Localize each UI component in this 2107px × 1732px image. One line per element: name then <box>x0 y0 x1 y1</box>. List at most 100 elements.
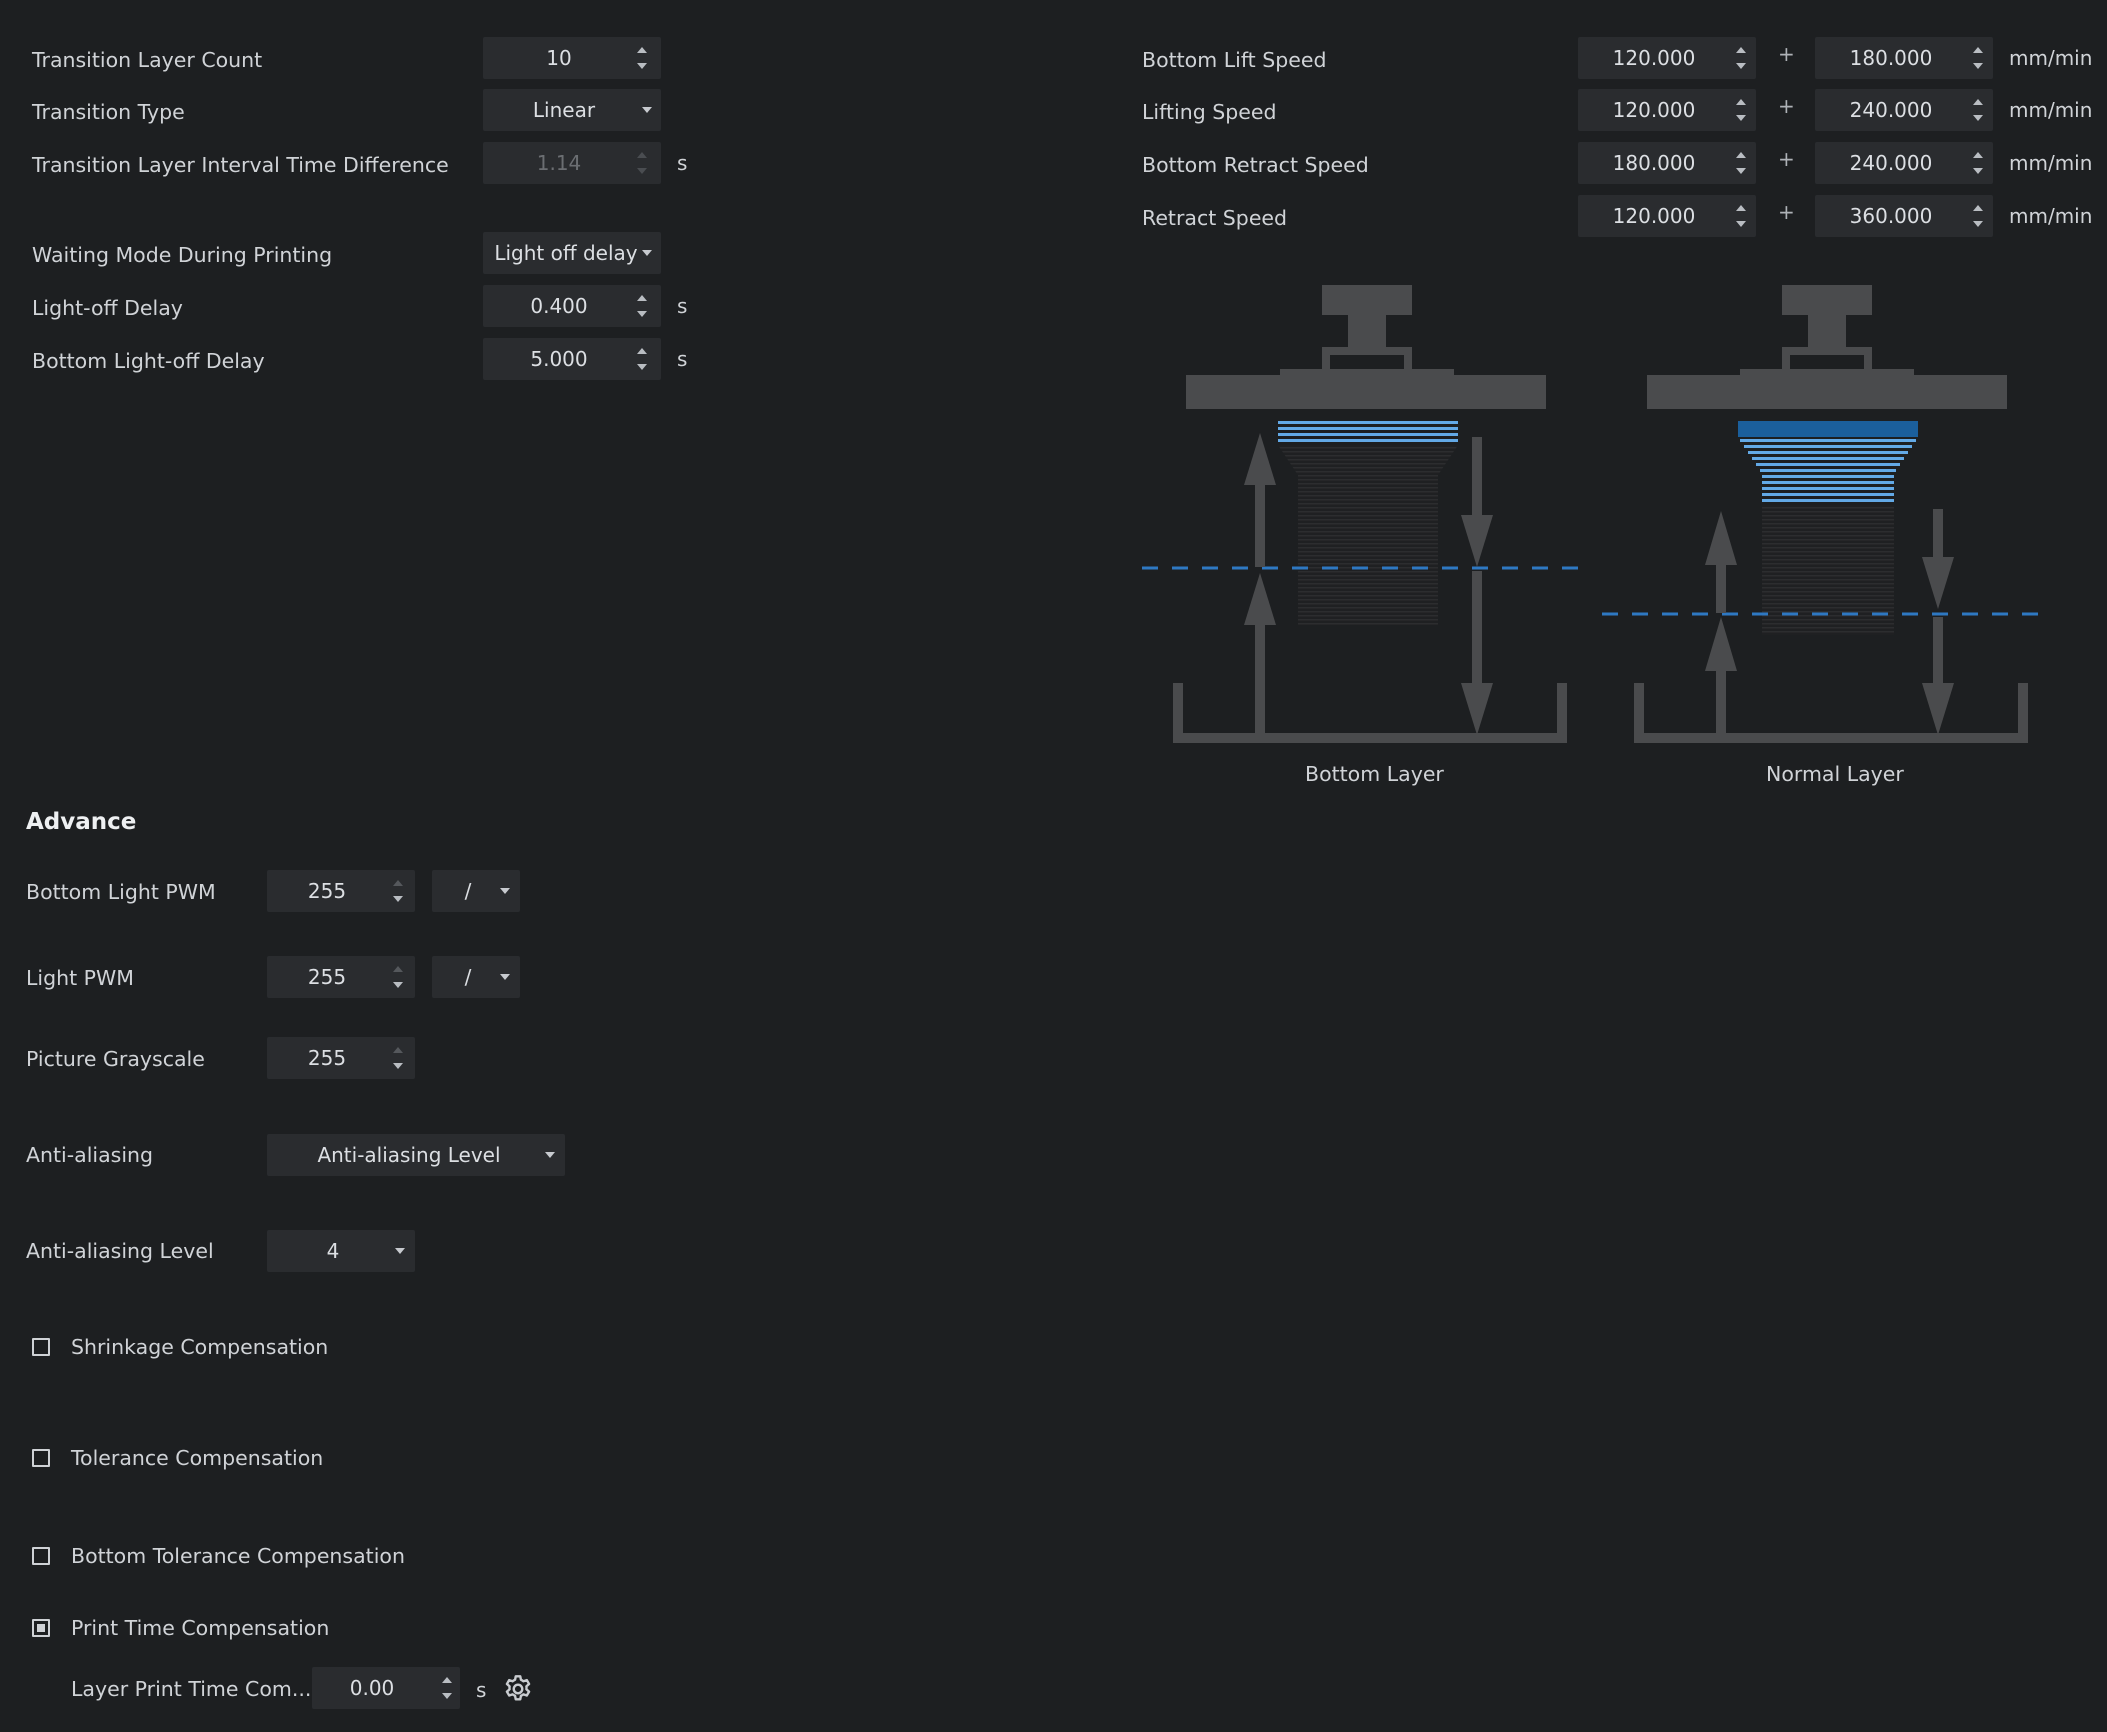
lifting-speed-stepper-1[interactable] <box>1730 89 1752 131</box>
bottom-light-off-delay-value: 5.000 <box>530 347 588 371</box>
waiting-mode-label: Waiting Mode During Printing <box>32 243 333 267</box>
bottom-retract-speed-unit: mm/min <box>2009 151 2093 175</box>
plus-sign: + <box>1778 94 1795 118</box>
plus-sign: + <box>1778 200 1795 224</box>
retract-speed-input-2[interactable]: 360.000 <box>1815 195 1993 237</box>
bottom-layer-caption: Bottom Layer <box>1305 762 1444 786</box>
bottom-light-off-delay-unit: s <box>677 347 688 371</box>
transition-interval-value: 1.14 <box>536 151 582 175</box>
anti-aliasing-value: Anti-aliasing Level <box>317 1143 501 1167</box>
light-pwm-input[interactable]: 255 <box>267 956 415 998</box>
bottom-lift-speed-input-2[interactable]: 180.000 <box>1815 37 1993 79</box>
transition-interval-unit: s <box>677 151 688 175</box>
normal-layer-caption: Normal Layer <box>1766 762 1904 786</box>
light-off-delay-stepper[interactable] <box>631 285 653 327</box>
shrinkage-compensation-checkbox[interactable] <box>32 1338 50 1356</box>
chevron-down-icon <box>500 888 510 894</box>
layer-print-time-unit: s <box>476 1678 487 1702</box>
anti-aliasing-label: Anti-aliasing <box>26 1143 154 1167</box>
anti-aliasing-select[interactable]: Anti-aliasing Level <box>267 1134 565 1176</box>
transition-layer-count-stepper[interactable] <box>631 37 653 79</box>
chevron-down-icon <box>545 1152 555 1158</box>
bottom-light-off-delay-stepper[interactable] <box>631 338 653 380</box>
tolerance-compensation-checkbox[interactable] <box>32 1449 50 1467</box>
lifting-speed-unit: mm/min <box>2009 98 2093 122</box>
lifting-speed-value-1: 120.000 <box>1612 98 1696 122</box>
anti-aliasing-level-label: Anti-aliasing Level <box>26 1239 214 1263</box>
bottom-lift-speed-input-1[interactable]: 120.000 <box>1578 37 1756 79</box>
lifting-speed-input-2[interactable]: 240.000 <box>1815 89 1993 131</box>
bottom-lift-speed-stepper-1[interactable] <box>1730 37 1752 79</box>
lifting-speed-label: Lifting Speed <box>1142 100 1277 124</box>
print-time-compensation-checkbox[interactable] <box>32 1619 50 1637</box>
waiting-mode-value: Light off delay <box>494 241 638 265</box>
layer-print-time-value: 0.00 <box>349 1676 395 1700</box>
picture-grayscale-input[interactable]: 255 <box>267 1037 415 1079</box>
bottom-retract-speed-stepper-2[interactable] <box>1967 142 1989 184</box>
chevron-down-icon <box>642 107 652 113</box>
picture-grayscale-label: Picture Grayscale <box>26 1047 205 1071</box>
transition-type-select[interactable]: Linear <box>483 89 661 131</box>
retract-speed-label: Retract Speed <box>1142 206 1288 230</box>
light-off-delay-value: 0.400 <box>530 294 588 318</box>
chevron-down-icon <box>500 974 510 980</box>
chevron-down-icon <box>395 1248 405 1254</box>
lifting-speed-stepper-2[interactable] <box>1967 89 1989 131</box>
layer-print-time-stepper[interactable] <box>436 1667 458 1709</box>
light-pwm-select[interactable]: / <box>432 956 520 998</box>
picture-grayscale-value: 255 <box>307 1046 347 1070</box>
anti-aliasing-level-value: 4 <box>326 1239 340 1263</box>
transition-layer-count-label: Transition Layer Count <box>32 48 263 72</box>
bottom-light-off-delay-label: Bottom Light-off Delay <box>32 349 265 373</box>
retract-speed-value-1: 120.000 <box>1612 204 1696 228</box>
light-off-delay-input[interactable]: 0.400 <box>483 285 661 327</box>
transition-type-label: Transition Type <box>32 100 185 124</box>
anti-aliasing-level-select[interactable]: 4 <box>267 1230 415 1272</box>
plus-sign: + <box>1778 42 1795 66</box>
retract-speed-stepper-1[interactable] <box>1730 195 1752 237</box>
lifting-speed-value-2: 240.000 <box>1849 98 1933 122</box>
bottom-retract-speed-stepper-1[interactable] <box>1730 142 1752 184</box>
bottom-retract-speed-value-2: 240.000 <box>1849 151 1933 175</box>
bottom-light-off-delay-input[interactable]: 5.000 <box>483 338 661 380</box>
retract-speed-stepper-2[interactable] <box>1967 195 1989 237</box>
retract-speed-value-2: 360.000 <box>1849 204 1933 228</box>
retract-speed-input-1[interactable]: 120.000 <box>1578 195 1756 237</box>
bottom-lift-speed-label: Bottom Lift Speed <box>1142 48 1327 72</box>
bottom-retract-speed-input-2[interactable]: 240.000 <box>1815 142 1993 184</box>
retract-speed-unit: mm/min <box>2009 204 2093 228</box>
bottom-light-pwm-select-value: / <box>464 879 472 903</box>
picture-grayscale-stepper[interactable] <box>387 1037 409 1079</box>
bottom-light-pwm-input[interactable]: 255 <box>267 870 415 912</box>
waiting-mode-select[interactable]: Light off delay <box>483 232 661 274</box>
transition-layer-count-input[interactable]: 10 <box>483 37 661 79</box>
light-pwm-select-value: / <box>464 965 472 989</box>
bottom-light-pwm-label: Bottom Light PWM <box>26 880 216 904</box>
bottom-light-pwm-select[interactable]: / <box>432 870 520 912</box>
bottom-retract-speed-value-1: 180.000 <box>1612 151 1696 175</box>
bottom-lift-speed-stepper-2[interactable] <box>1967 37 1989 79</box>
normal-layer-diagram <box>1602 285 2052 743</box>
transition-interval-label: Transition Layer Interval Time Differenc… <box>32 153 449 177</box>
gear-icon[interactable] <box>502 1673 534 1705</box>
bottom-lift-speed-value-2: 180.000 <box>1849 46 1933 70</box>
layer-print-time-label: Layer Print Time Com... <box>71 1677 312 1701</box>
bottom-retract-speed-input-1[interactable]: 180.000 <box>1578 142 1756 184</box>
bottom-layer-diagram <box>1142 285 1592 743</box>
print-time-compensation-label: Print Time Compensation <box>71 1616 330 1640</box>
light-pwm-stepper[interactable] <box>387 956 409 998</box>
bottom-light-pwm-stepper[interactable] <box>387 870 409 912</box>
light-pwm-value: 255 <box>307 965 347 989</box>
transition-type-value: Linear <box>532 98 596 122</box>
bottom-tolerance-compensation-checkbox[interactable] <box>32 1547 50 1565</box>
light-off-delay-unit: s <box>677 294 688 318</box>
tolerance-compensation-label: Tolerance Compensation <box>71 1446 324 1470</box>
chevron-down-icon <box>642 250 652 256</box>
bottom-lift-speed-unit: mm/min <box>2009 46 2093 70</box>
layer-print-time-input[interactable]: 0.00 <box>312 1667 460 1709</box>
lifting-speed-input-1[interactable]: 120.000 <box>1578 89 1756 131</box>
shrinkage-compensation-label: Shrinkage Compensation <box>71 1335 329 1359</box>
transition-interval-stepper <box>631 142 653 184</box>
light-pwm-label: Light PWM <box>26 966 134 990</box>
advance-section-title: Advance <box>26 809 137 835</box>
